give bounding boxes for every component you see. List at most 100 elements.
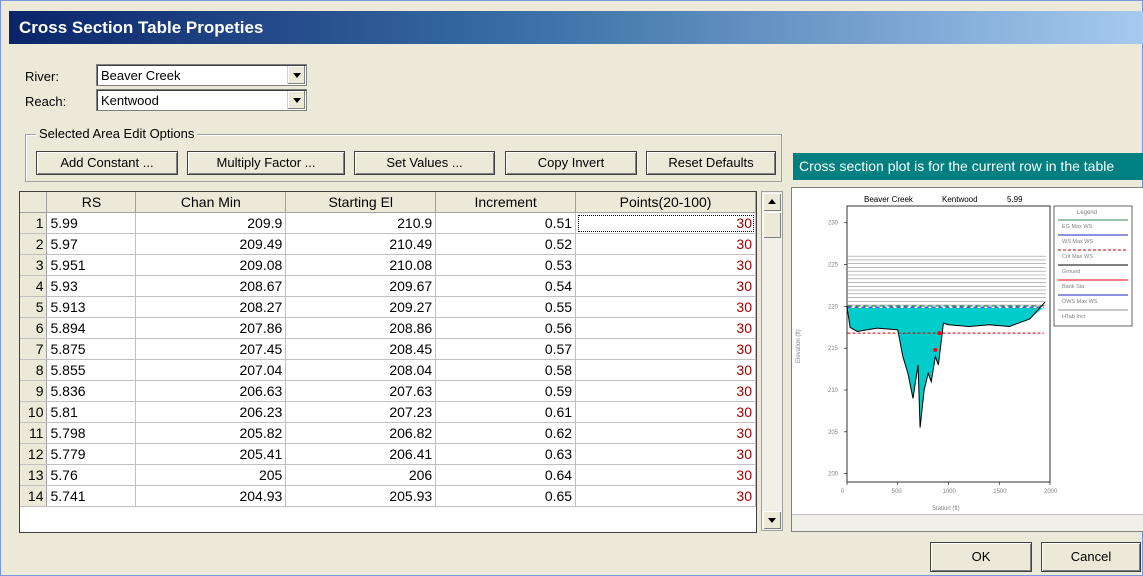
cell-starting-el[interactable]: 210.08 — [285, 254, 437, 276]
cell-increment[interactable]: 0.55 — [435, 296, 577, 318]
cell-rs[interactable]: 5.855 — [46, 359, 137, 381]
table-row[interactable]: 1 5.99 209.9 210.9 0.51 30 — [20, 212, 756, 234]
cell-points[interactable]: 30 — [575, 485, 756, 507]
cell-points[interactable]: 30 — [575, 464, 756, 486]
cell-rs[interactable]: 5.97 — [46, 233, 137, 255]
cell-increment[interactable]: 0.61 — [435, 401, 577, 423]
plot-horizontal-scrollbar[interactable] — [792, 514, 1143, 531]
cell-rs[interactable]: 5.741 — [46, 485, 137, 507]
cell-increment[interactable]: 0.52 — [435, 233, 577, 255]
cell-chan-min[interactable]: 207.04 — [135, 359, 287, 381]
cell-points[interactable]: 30 — [575, 296, 756, 318]
chevron-down-icon[interactable] — [287, 66, 305, 84]
cell-rs[interactable]: 5.913 — [46, 296, 137, 318]
scroll-up-button[interactable] — [763, 193, 781, 211]
table-row[interactable]: 10 5.81 206.23 207.23 0.61 30 — [20, 401, 756, 423]
cell-increment[interactable]: 0.54 — [435, 275, 577, 297]
cell-starting-el[interactable]: 208.86 — [285, 317, 437, 339]
cell-starting-el[interactable]: 209.67 — [285, 275, 437, 297]
column-header-chan-min[interactable]: Chan Min — [135, 192, 287, 213]
cell-rs[interactable]: 5.875 — [46, 338, 137, 360]
table-row[interactable]: 9 5.836 206.63 207.63 0.59 30 — [20, 380, 756, 402]
table-row[interactable]: 14 5.741 204.93 205.93 0.65 30 — [20, 485, 756, 507]
cell-chan-min[interactable]: 208.67 — [135, 275, 287, 297]
cell-points[interactable]: 30 — [575, 254, 756, 276]
copy-invert-button[interactable]: Copy Invert — [505, 151, 637, 175]
cell-points[interactable]: 30 — [575, 317, 756, 339]
cell-starting-el[interactable]: 210.49 — [285, 233, 437, 255]
cell-increment[interactable]: 0.51 — [435, 212, 577, 234]
cell-starting-el[interactable]: 207.63 — [285, 380, 437, 402]
cell-chan-min[interactable]: 207.86 — [135, 317, 287, 339]
cell-points[interactable]: 30 — [575, 422, 756, 444]
cell-chan-min[interactable]: 209.9 — [135, 212, 287, 234]
table-row[interactable]: 3 5.951 209.08 210.08 0.53 30 — [20, 254, 756, 276]
cell-chan-min[interactable]: 206.23 — [135, 401, 287, 423]
cell-starting-el[interactable]: 206 — [285, 464, 437, 486]
cell-chan-min[interactable]: 208.27 — [135, 296, 287, 318]
column-header-starting-el[interactable]: Starting El — [285, 192, 437, 213]
cell-rs[interactable]: 5.93 — [46, 275, 137, 297]
cell-points[interactable]: 30 — [575, 359, 756, 381]
cell-increment[interactable]: 0.56 — [435, 317, 577, 339]
add-constant-button[interactable]: Add Constant ... — [36, 151, 178, 175]
cell-chan-min[interactable]: 206.63 — [135, 380, 287, 402]
cell-points[interactable]: 30 — [575, 233, 756, 255]
cell-points[interactable]: 30 — [575, 380, 756, 402]
table-row[interactable]: 5 5.913 208.27 209.27 0.55 30 — [20, 296, 756, 318]
table-row[interactable]: 8 5.855 207.04 208.04 0.58 30 — [20, 359, 756, 381]
table-row[interactable]: 2 5.97 209.49 210.49 0.52 30 — [20, 233, 756, 255]
table-row[interactable]: 4 5.93 208.67 209.67 0.54 30 — [20, 275, 756, 297]
cell-rs[interactable]: 5.779 — [46, 443, 137, 465]
ok-button[interactable]: OK — [930, 542, 1032, 572]
cell-starting-el[interactable]: 206.41 — [285, 443, 437, 465]
chevron-down-icon[interactable] — [287, 91, 305, 109]
cell-rs[interactable]: 5.81 — [46, 401, 137, 423]
cell-increment[interactable]: 0.65 — [435, 485, 577, 507]
cell-points[interactable]: 30 — [575, 338, 756, 360]
cell-chan-min[interactable]: 209.08 — [135, 254, 287, 276]
cell-rs[interactable]: 5.76 — [46, 464, 137, 486]
cell-chan-min[interactable]: 207.45 — [135, 338, 287, 360]
multiply-factor-button[interactable]: Multiply Factor ... — [187, 151, 345, 175]
cell-starting-el[interactable]: 207.23 — [285, 401, 437, 423]
column-header-points[interactable]: Points(20-100) — [575, 192, 756, 213]
cell-increment[interactable]: 0.63 — [435, 443, 577, 465]
cell-chan-min[interactable]: 205 — [135, 464, 287, 486]
cell-starting-el[interactable]: 206.82 — [285, 422, 437, 444]
table-row[interactable]: 12 5.779 205.41 206.41 0.63 30 — [20, 443, 756, 465]
table-row[interactable]: 13 5.76 205 206 0.64 30 — [20, 464, 756, 486]
cell-rs[interactable]: 5.951 — [46, 254, 137, 276]
cell-points[interactable]: 30 — [575, 275, 756, 297]
cell-chan-min[interactable]: 209.49 — [135, 233, 287, 255]
cell-points[interactable]: 30 — [575, 443, 756, 465]
column-header-increment[interactable]: Increment — [435, 192, 577, 213]
cell-chan-min[interactable]: 205.82 — [135, 422, 287, 444]
cancel-button[interactable]: Cancel — [1041, 542, 1141, 572]
scroll-down-button[interactable] — [763, 511, 781, 529]
cell-rs[interactable]: 5.99 — [46, 212, 137, 234]
set-values-button[interactable]: Set Values ... — [354, 151, 495, 175]
cell-points[interactable]: 30 — [575, 212, 756, 234]
cell-increment[interactable]: 0.59 — [435, 380, 577, 402]
cell-rs[interactable]: 5.894 — [46, 317, 137, 339]
cell-increment[interactable]: 0.53 — [435, 254, 577, 276]
river-select[interactable]: Beaver Creek — [96, 64, 307, 86]
cell-points[interactable]: 30 — [575, 401, 756, 423]
cell-starting-el[interactable]: 208.45 — [285, 338, 437, 360]
table-row[interactable]: 6 5.894 207.86 208.86 0.56 30 — [20, 317, 756, 339]
scroll-thumb[interactable] — [763, 212, 781, 238]
cell-increment[interactable]: 0.58 — [435, 359, 577, 381]
cell-increment[interactable]: 0.62 — [435, 422, 577, 444]
cell-increment[interactable]: 0.57 — [435, 338, 577, 360]
cell-chan-min[interactable]: 204.93 — [135, 485, 287, 507]
table-vertical-scrollbar[interactable] — [761, 191, 783, 531]
reach-select[interactable]: Kentwood — [96, 89, 307, 111]
cell-starting-el[interactable]: 208.04 — [285, 359, 437, 381]
column-header-rs[interactable]: RS — [46, 192, 137, 213]
reset-defaults-button[interactable]: Reset Defaults — [646, 151, 776, 175]
table-row[interactable]: 7 5.875 207.45 208.45 0.57 30 — [20, 338, 756, 360]
cell-starting-el[interactable]: 209.27 — [285, 296, 437, 318]
cell-starting-el[interactable]: 205.93 — [285, 485, 437, 507]
cell-increment[interactable]: 0.64 — [435, 464, 577, 486]
